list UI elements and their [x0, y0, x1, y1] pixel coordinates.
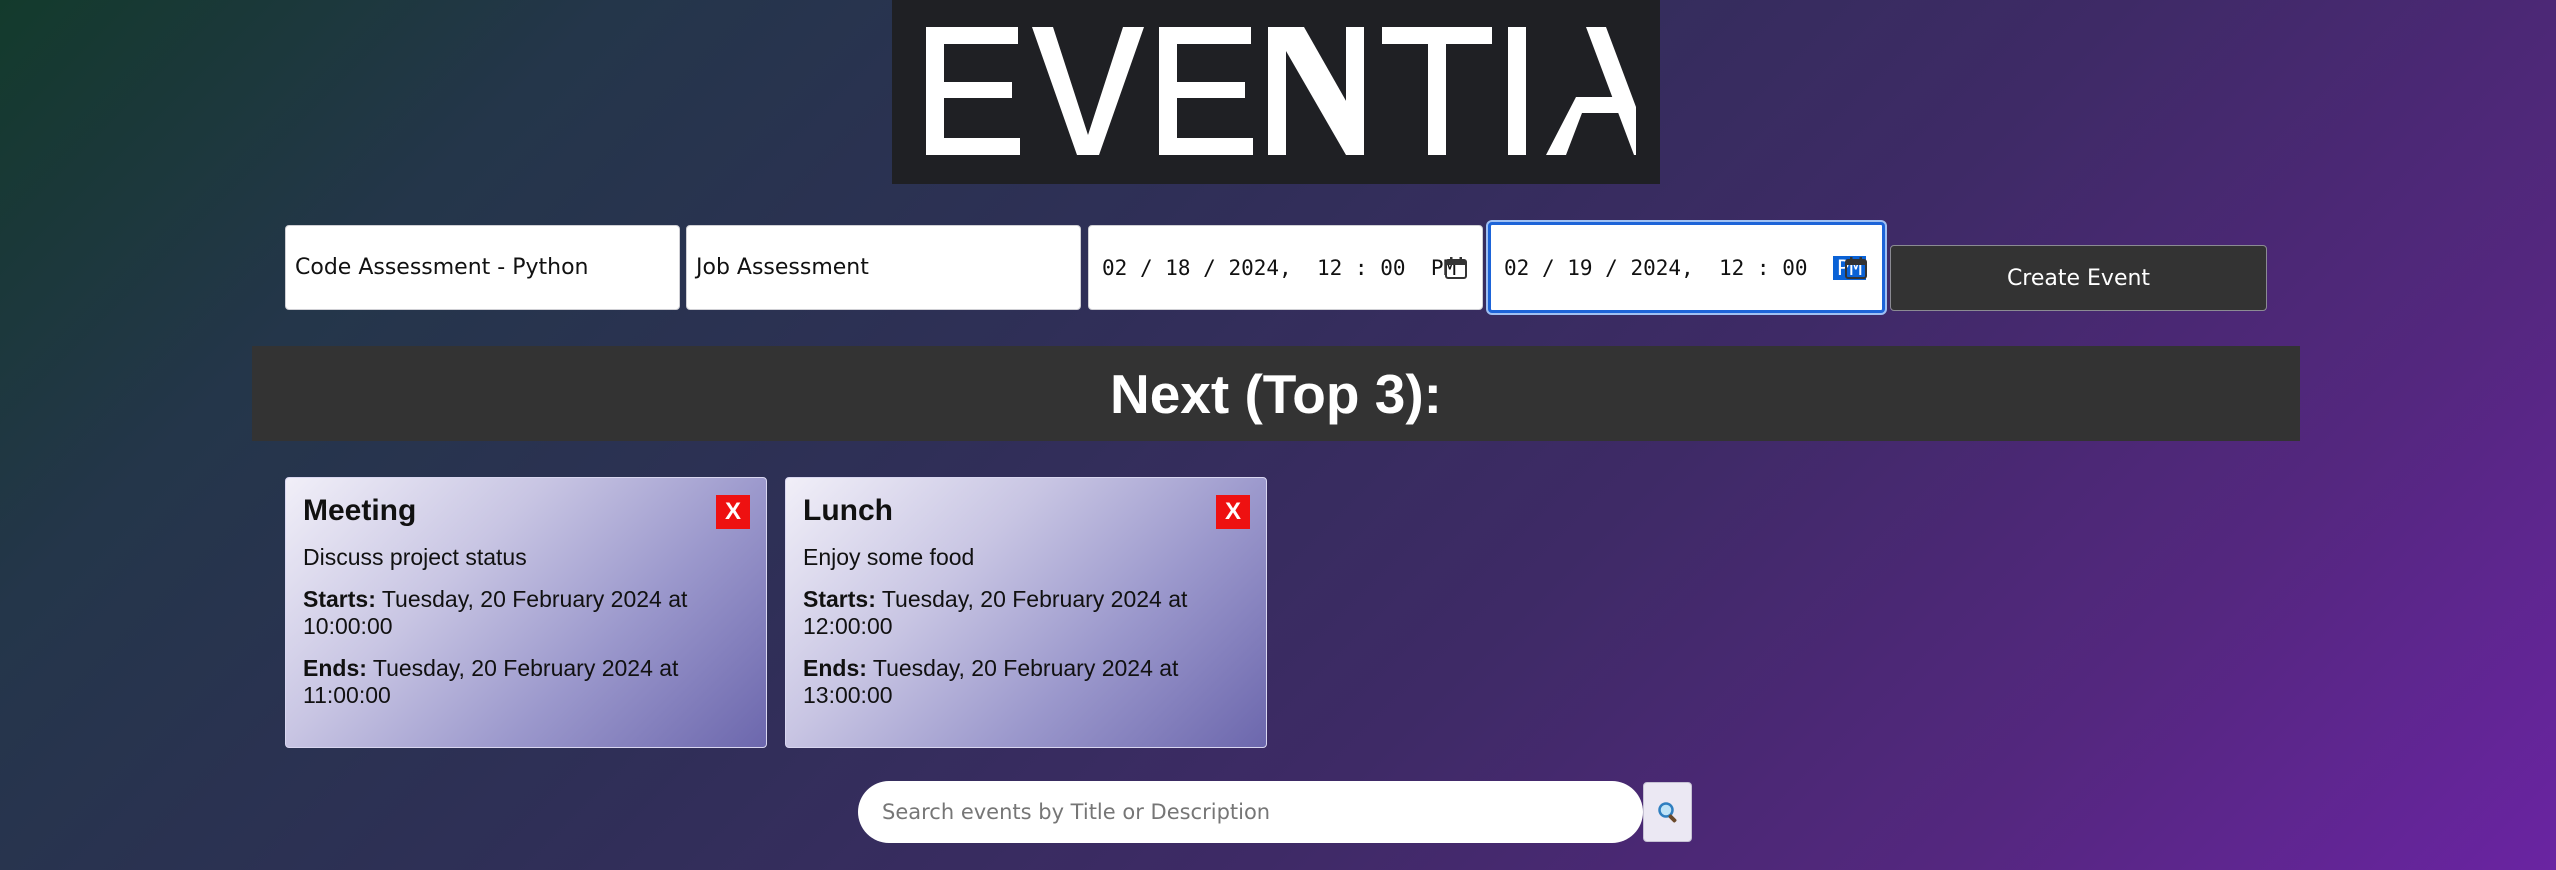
event-description: Discuss project status: [303, 544, 527, 570]
delete-event-button[interactable]: X: [716, 495, 750, 529]
event-description: Enjoy some food: [803, 544, 975, 570]
start-year[interactable]: 2024: [1228, 256, 1279, 280]
calendar-icon[interactable]: [1444, 256, 1468, 280]
search-button[interactable]: [1643, 782, 1692, 842]
start-minute[interactable]: 00: [1380, 256, 1405, 280]
end-minute[interactable]: 00: [1782, 256, 1807, 280]
end-hour[interactable]: 12: [1719, 256, 1744, 280]
ends-label: Ends:: [803, 655, 867, 681]
eventia-logo-wordmark: [926, 27, 1636, 155]
event-title-value: Code Assessment - Python: [295, 255, 589, 280]
start-day[interactable]: 18: [1165, 256, 1190, 280]
search-icon: [1657, 802, 1676, 823]
create-event-button[interactable]: Create Event: [1890, 245, 2267, 311]
event-description-value: Job Assessment: [696, 255, 869, 280]
event-ends: Ends: Tuesday, 20 February 2024 at 11:00…: [303, 655, 749, 709]
event-ends: Ends: Tuesday, 20 February 2024 at 13:00…: [803, 655, 1249, 709]
event-title: Lunch: [803, 494, 893, 527]
eventia-logo: [892, 0, 1660, 184]
event-card: Lunch X Enjoy some food Starts: Tuesday,…: [785, 477, 1267, 748]
start-datetime-input[interactable]: 02 / 18 / 2024, 12 : 00 PM: [1088, 225, 1483, 310]
calendar-icon[interactable]: [1844, 256, 1868, 280]
search-input[interactable]: Search events by Title or Description: [858, 781, 1643, 843]
delete-event-button[interactable]: X: [1216, 495, 1250, 529]
starts-label: Starts:: [303, 586, 376, 612]
event-title-input[interactable]: Code Assessment - Python: [285, 225, 680, 310]
end-year[interactable]: 2024: [1630, 256, 1681, 280]
end-month[interactable]: 02: [1504, 256, 1529, 280]
end-datetime-input[interactable]: 02 / 19 / 2024, 12 : 00 PM: [1488, 222, 1885, 313]
search-placeholder: Search events by Title or Description: [882, 800, 1271, 824]
event-starts: Starts: Tuesday, 20 February 2024 at 10:…: [303, 586, 749, 640]
event-description-input[interactable]: Job Assessment: [686, 225, 1081, 310]
start-hour[interactable]: 12: [1317, 256, 1342, 280]
section-title: Next (Top 3):: [1109, 362, 1442, 425]
starts-label: Starts:: [803, 586, 876, 612]
event-title: Meeting: [303, 494, 417, 527]
event-card: Meeting X Discuss project status Starts:…: [285, 477, 767, 748]
start-month[interactable]: 02: [1102, 256, 1127, 280]
ends-label: Ends:: [303, 655, 367, 681]
event-starts: Starts: Tuesday, 20 February 2024 at 12:…: [803, 586, 1249, 640]
end-day[interactable]: 19: [1567, 256, 1592, 280]
next-events-header: Next (Top 3):: [252, 346, 2300, 441]
